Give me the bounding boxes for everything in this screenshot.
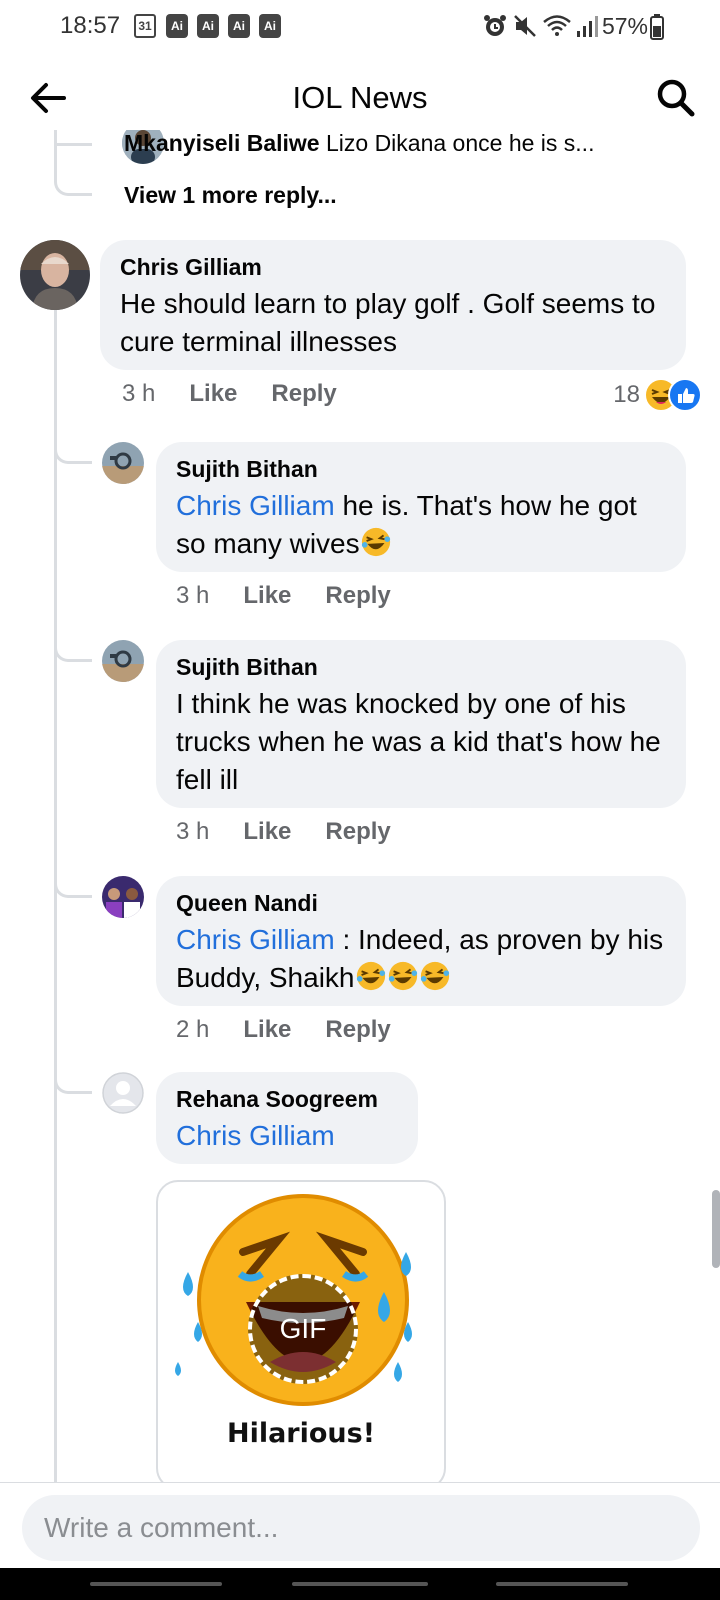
thread-connector [54, 130, 92, 146]
comment-text: He should learn to play golf . Golf seem… [120, 288, 656, 357]
reaction-count: 18 [613, 381, 640, 408]
status-bar: 18:57 31 Ai Ai Ai Ai 57% [0, 0, 720, 56]
mute-icon [514, 15, 536, 37]
like-button[interactable]: Like [243, 1016, 291, 1044]
page-title: IOL News [292, 80, 428, 115]
reply-button[interactable]: Reply [325, 582, 390, 610]
avatar[interactable] [102, 876, 144, 918]
ai-badge-icon: Ai [197, 14, 219, 38]
comment-bubble[interactable]: Sujith Bithan I think he was knocked by … [156, 640, 686, 808]
mention-link[interactable]: Chris Gilliam [176, 924, 335, 955]
avatar[interactable] [102, 442, 144, 484]
previous-reply[interactable]: Mkanyiseli Baliwe Lizo Dikana once he is… [124, 130, 704, 157]
comment-thread[interactable]: Mkanyiseli Baliwe Lizo Dikana once he is… [0, 130, 720, 1482]
avatar[interactable] [20, 240, 90, 310]
comment-text: I think he was knocked by one of his tru… [176, 688, 661, 795]
nav-back-button[interactable] [496, 1582, 628, 1586]
thread-connector [54, 866, 92, 898]
commenter-name[interactable]: Sujith Bithan [176, 654, 666, 681]
gif-attachment[interactable]: GIF Hilarious! [156, 1180, 446, 1482]
commenter-name[interactable]: Mkanyiseli Baliwe [124, 130, 320, 156]
comment-time: 3 h [176, 582, 210, 609]
comment-actions: 3 h Like Reply [176, 818, 391, 846]
default-avatar-icon [102, 1072, 144, 1114]
search-button[interactable] [654, 76, 698, 120]
ai-badge-icon: Ai [228, 14, 250, 38]
comment-time: 3 h [176, 818, 210, 845]
reply-button[interactable]: Reply [325, 1016, 390, 1044]
like-button[interactable]: Like [243, 582, 291, 610]
system-nav-bar [0, 1568, 720, 1600]
comment-bubble[interactable]: Rehana Soogreem Chris Gilliam [156, 1072, 418, 1164]
comment-actions: 2 h Like Reply [176, 1016, 391, 1044]
gif-caption: Hilarious! [226, 1418, 376, 1449]
view-more-replies-link[interactable]: View 1 more reply... [124, 182, 337, 209]
comment-actions: 3 h Like Reply [176, 582, 391, 610]
commenter-name[interactable]: Chris Gilliam [120, 254, 666, 281]
thread-connector [54, 1062, 92, 1094]
signal-icon [576, 16, 598, 37]
thread-connector [54, 146, 92, 196]
calendar-icon: 31 [134, 14, 156, 38]
status-icons: 57% [482, 10, 648, 42]
alarm-icon [483, 15, 506, 36]
thread-connector [54, 432, 92, 464]
comment-bubble[interactable]: Sujith Bithan Chris Gilliam he is. That'… [156, 442, 686, 572]
status-time: 18:57 [60, 12, 121, 39]
reply-button[interactable]: Reply [271, 380, 336, 408]
app-bar: IOL News [0, 56, 720, 140]
comment-composer [0, 1482, 720, 1568]
comment-text: Chris Gilliam : Indeed, as proven by his… [176, 924, 664, 993]
rolling-laughing-emoji-icon [388, 961, 417, 991]
avatar[interactable] [102, 1072, 144, 1114]
like-button[interactable]: Like [189, 380, 237, 408]
comment-bubble[interactable]: Chris Gilliam He should learn to play go… [100, 240, 686, 370]
avatar[interactable] [102, 640, 144, 682]
thread-line [54, 310, 57, 1482]
comment-input[interactable] [22, 1495, 700, 1561]
wifi-icon [543, 15, 571, 36]
mention-link[interactable]: Chris Gilliam [176, 1117, 398, 1155]
gif-badge[interactable]: GIF [248, 1274, 358, 1384]
rolling-laughing-emoji-icon [420, 961, 449, 991]
comment-bubble[interactable]: Queen Nandi Chris Gilliam : Indeed, as p… [156, 876, 686, 1006]
nav-home-button[interactable] [292, 1582, 428, 1586]
mention-link[interactable]: Chris Gilliam [176, 490, 335, 521]
ai-badge-icon: Ai [259, 14, 281, 38]
like-reaction-icon [668, 378, 702, 412]
commenter-name[interactable]: Queen Nandi [176, 890, 666, 917]
scrollbar-thumb[interactable] [712, 1190, 720, 1268]
search-icon [657, 79, 695, 117]
nav-recents-button[interactable] [90, 1582, 222, 1586]
battery-percent: 57% [601, 12, 648, 39]
ai-badge-icon: Ai [166, 14, 188, 38]
comment-text: Lizo Dikana once he is s... [325, 130, 595, 156]
reaction-summary[interactable]: 18 [613, 378, 702, 412]
reaction-icons [644, 378, 702, 412]
comment-time: 2 h [176, 1016, 210, 1043]
commenter-name[interactable]: Rehana Soogreem [176, 1086, 398, 1113]
comment-text: Chris Gilliam he is. That's how he got s… [176, 490, 637, 559]
comment-time: 3 h [122, 380, 156, 407]
rolling-laughing-emoji-icon [361, 527, 390, 557]
reply-button[interactable]: Reply [325, 818, 390, 846]
like-button[interactable]: Like [243, 818, 291, 846]
thread-connector [54, 630, 92, 662]
battery-icon [650, 14, 664, 40]
rolling-laughing-emoji-icon [356, 961, 385, 991]
commenter-name[interactable]: Sujith Bithan [176, 456, 666, 483]
comment-actions: 3 h Like Reply [122, 380, 337, 408]
